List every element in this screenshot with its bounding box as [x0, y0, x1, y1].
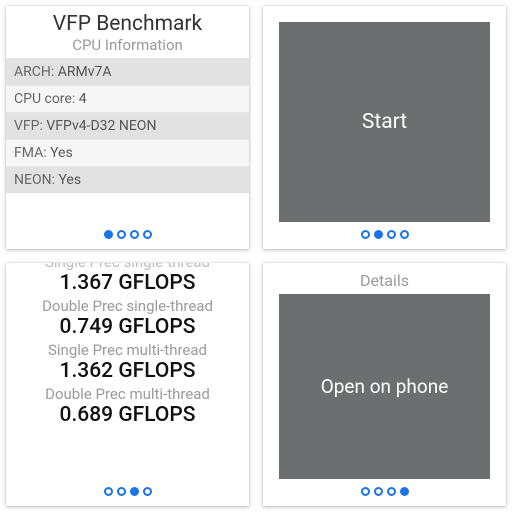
app-title: VFP Benchmark — [6, 6, 249, 36]
info-row: CPU core: 4 — [6, 85, 249, 112]
result-value: 1.367 GFLOPS — [6, 271, 249, 295]
info-key: CPU core: — [14, 91, 75, 107]
result-label: Double Prec multi-thread — [6, 385, 249, 403]
dot-icon — [374, 487, 383, 496]
card-cpu-info: VFP Benchmark CPU Information ARCH: ARMv… — [6, 6, 249, 249]
results-list[interactable]: Single Prec single-thread 1.367 GFLOPS D… — [6, 263, 249, 479]
info-val: ARMv7A — [58, 64, 112, 80]
section-subtitle: CPU Information — [6, 36, 249, 58]
info-row: FMA: Yes — [6, 139, 249, 166]
info-val: 4 — [79, 91, 87, 107]
page-indicator — [263, 479, 506, 506]
info-val: VFPv4-D32 NEON — [46, 118, 156, 134]
result-label: Double Prec single-thread — [6, 297, 249, 315]
info-key: NEON: — [14, 172, 55, 188]
card-details: Details Open on phone — [263, 263, 506, 506]
dot-icon — [374, 230, 383, 239]
open-on-phone-button[interactable]: Open on phone — [279, 294, 490, 479]
info-row: NEON: Yes — [6, 166, 249, 193]
card-results: Single Prec single-thread 1.367 GFLOPS D… — [6, 263, 249, 506]
dot-icon — [143, 487, 152, 496]
info-val: Yes — [50, 145, 73, 161]
button-holder: Open on phone — [263, 294, 506, 479]
dot-icon — [130, 487, 139, 496]
info-key: VFP: — [14, 118, 43, 134]
info-row: ARCH: ARMv7A — [6, 58, 249, 85]
result-value: 0.749 GFLOPS — [6, 315, 249, 339]
dot-icon — [387, 487, 396, 496]
dot-icon — [117, 487, 126, 496]
result-value: 0.689 GFLOPS — [6, 403, 249, 427]
info-row: VFP: VFPv4-D32 NEON — [6, 112, 249, 139]
dot-icon — [400, 230, 409, 239]
dot-icon — [361, 230, 370, 239]
dot-icon — [104, 487, 113, 496]
dot-icon — [143, 230, 152, 239]
page-indicator — [263, 222, 506, 249]
info-key: ARCH: — [14, 64, 54, 80]
details-title: Details — [263, 263, 506, 294]
info-val: Yes — [58, 172, 81, 188]
button-holder: Start — [263, 6, 506, 222]
result-label: Single Prec multi-thread — [6, 341, 249, 359]
card-start: Start — [263, 6, 506, 249]
dot-icon — [117, 230, 126, 239]
page-indicator — [6, 222, 249, 249]
info-key: FMA: — [14, 145, 47, 161]
dot-icon — [400, 487, 409, 496]
page-indicator — [6, 479, 249, 506]
dot-icon — [104, 230, 113, 239]
dot-icon — [361, 487, 370, 496]
start-button[interactable]: Start — [279, 22, 490, 222]
dot-icon — [130, 230, 139, 239]
dot-icon — [387, 230, 396, 239]
result-label: Single Prec single-thread — [6, 263, 249, 271]
result-value: 1.362 GFLOPS — [6, 359, 249, 383]
cpu-info-list: ARCH: ARMv7A CPU core: 4 VFP: VFPv4-D32 … — [6, 58, 249, 222]
